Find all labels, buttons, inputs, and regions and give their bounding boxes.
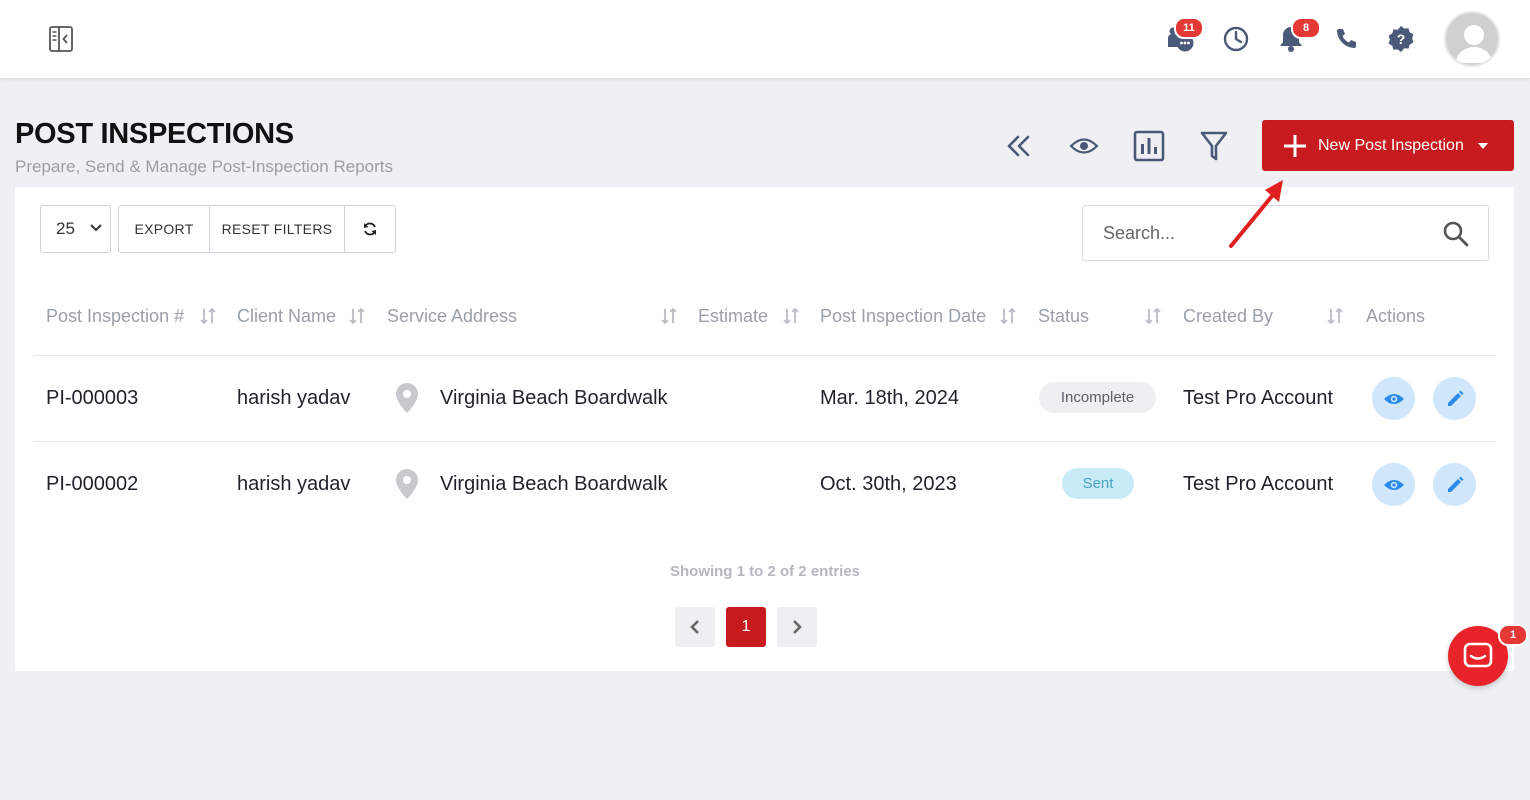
eye-icon: [1383, 393, 1404, 404]
plus-icon: [1282, 133, 1308, 159]
messages-badge: 11: [1174, 17, 1204, 39]
chat-icon: [1463, 642, 1493, 668]
column-header-client-name[interactable]: Client Name: [237, 306, 336, 327]
cell-post-inspection-number[interactable]: PI-000003: [46, 387, 138, 410]
sidebar-toggle-icon[interactable]: [46, 25, 76, 53]
search-icon[interactable]: [1442, 220, 1470, 248]
dropdown-caret-icon[interactable]: [1477, 142, 1488, 149]
team-messages-icon[interactable]: 11: [1164, 17, 1204, 56]
cell-created-by: Test Pro Account: [1183, 473, 1334, 495]
table-divider: [34, 441, 1496, 442]
chevron-down-icon: [90, 224, 102, 232]
notifications-badge: 8: [1291, 17, 1321, 39]
view-button[interactable]: [1372, 463, 1415, 506]
page-size-select[interactable]: 25: [40, 205, 111, 253]
cell-created-by: Test Pro Account: [1183, 387, 1334, 409]
filter-icon[interactable]: [1194, 126, 1234, 166]
column-header-service-address[interactable]: Service Address: [387, 306, 517, 327]
column-header-post-inspection-number[interactable]: Post Inspection #: [46, 306, 184, 327]
new-post-inspection-label: New Post Inspection: [1318, 136, 1464, 154]
chevron-right-icon: [793, 620, 802, 634]
page-size-value: 25: [56, 219, 75, 238]
phone-icon[interactable]: [1329, 22, 1363, 56]
edit-button[interactable]: [1433, 377, 1476, 420]
cell-service-address: Virginia Beach Boardwalk: [440, 473, 668, 495]
pencil-icon: [1447, 476, 1463, 492]
map-pin-icon: [396, 383, 418, 413]
cell-service-address: Virginia Beach Boardwalk: [440, 387, 668, 409]
chat-badge: 1: [1498, 624, 1528, 646]
chevron-left-icon: [690, 620, 699, 634]
reset-filters-button[interactable]: RESET FILTERS: [210, 206, 345, 252]
table-actions-group: EXPORT RESET FILTERS: [118, 205, 396, 253]
export-button[interactable]: EXPORT: [119, 206, 210, 252]
sort-icon[interactable]: [661, 307, 677, 325]
bell-icon[interactable]: 8: [1274, 17, 1321, 56]
eye-icon: [1383, 479, 1404, 490]
sort-icon[interactable]: [1327, 307, 1343, 325]
column-header-status[interactable]: Status: [1038, 306, 1089, 327]
user-avatar[interactable]: [1444, 11, 1500, 67]
cell-post-inspection-date: Oct. 30th, 2023: [820, 473, 957, 495]
page-1-button[interactable]: 1: [726, 607, 766, 647]
column-header-post-inspection-date[interactable]: Post Inspection Date: [820, 306, 986, 327]
pencil-icon: [1447, 390, 1463, 406]
collapse-double-chevron-icon[interactable]: [999, 126, 1039, 166]
view-button[interactable]: [1372, 377, 1415, 420]
cell-post-inspection-number[interactable]: PI-000002: [46, 473, 138, 496]
sort-icon[interactable]: [349, 307, 365, 325]
help-icon[interactable]: ?: [1384, 22, 1418, 56]
eye-view-icon[interactable]: [1064, 126, 1104, 166]
column-header-estimate[interactable]: Estimate: [698, 306, 768, 327]
annotation-arrow-icon: [1229, 180, 1283, 248]
chat-launcher-button[interactable]: 1: [1448, 624, 1528, 686]
cell-client-name: harish yadav: [237, 387, 351, 409]
status-badge: Sent: [1062, 468, 1134, 499]
cell-post-inspection-date: Mar. 18th, 2024: [820, 387, 959, 409]
table-divider: [34, 355, 1496, 356]
sort-icon[interactable]: [1145, 307, 1161, 325]
clock-icon[interactable]: [1219, 22, 1253, 56]
sort-icon[interactable]: [200, 307, 216, 325]
edit-button[interactable]: [1433, 463, 1476, 506]
map-pin-icon: [396, 469, 418, 499]
new-post-inspection-button[interactable]: New Post Inspection: [1262, 120, 1514, 171]
refresh-button[interactable]: [345, 206, 395, 252]
refresh-icon: [364, 222, 376, 236]
status-badge: Incomplete: [1039, 382, 1156, 413]
sort-icon[interactable]: [1000, 307, 1016, 325]
svg-text:?: ?: [1397, 31, 1406, 47]
entries-info: Showing 1 to 2 of 2 entries: [669, 563, 861, 580]
prev-page-button[interactable]: [675, 607, 715, 647]
page-title: POST INSPECTIONS: [15, 118, 294, 150]
column-header-created-by[interactable]: Created By: [1183, 306, 1273, 327]
top-bar: 11 8 ?: [0, 0, 1530, 79]
next-page-button[interactable]: [777, 607, 817, 647]
report-chart-icon[interactable]: [1129, 126, 1169, 166]
cell-client-name: harish yadav: [237, 473, 351, 495]
column-header-actions: Actions: [1366, 306, 1426, 326]
sort-icon[interactable]: [783, 307, 799, 325]
page-subtitle: Prepare, Send & Manage Post-Inspection R…: [15, 157, 393, 176]
